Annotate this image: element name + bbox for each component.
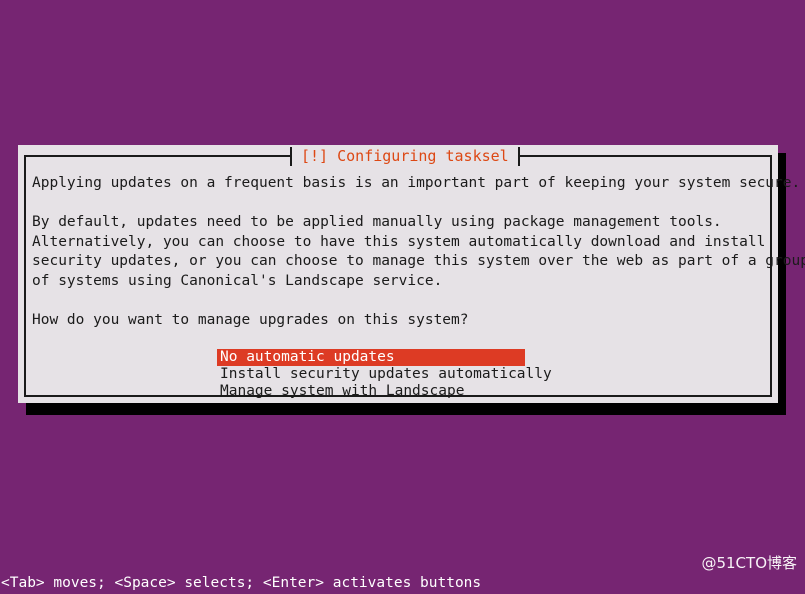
detail-paragraph: By default, updates need to be applied m… (32, 214, 805, 289)
choice-no-automatic-updates[interactable]: No automatic updates (217, 349, 525, 366)
title-right-tick-icon (517, 146, 520, 166)
choice-manage-system-with-landscape[interactable]: Manage system with Landscape (217, 383, 525, 400)
dialog-title: [!] Configuring tasksel (301, 146, 509, 165)
dialog-title-bar: [!] Configuring tasksel (290, 145, 520, 167)
question-paragraph: How do you want to manage upgrades on th… (32, 311, 469, 328)
choice-install-security-updates-automatically[interactable]: Install security updates automatically (217, 366, 552, 383)
watermark: @51CTO博客 (701, 554, 797, 572)
upgrade-choice-list[interactable]: No automatic updates Install security up… (217, 349, 764, 400)
intro-paragraph: Applying updates on a frequent basis is … (32, 175, 801, 191)
configuring-tasksel-dialog: [!] Configuring tasksel Applying updates… (18, 145, 805, 403)
dialog-body: Applying updates on a frequent basis is … (32, 171, 805, 399)
status-bar-hint: <Tab> moves; <Space> selects; <Enter> ac… (1, 575, 482, 591)
